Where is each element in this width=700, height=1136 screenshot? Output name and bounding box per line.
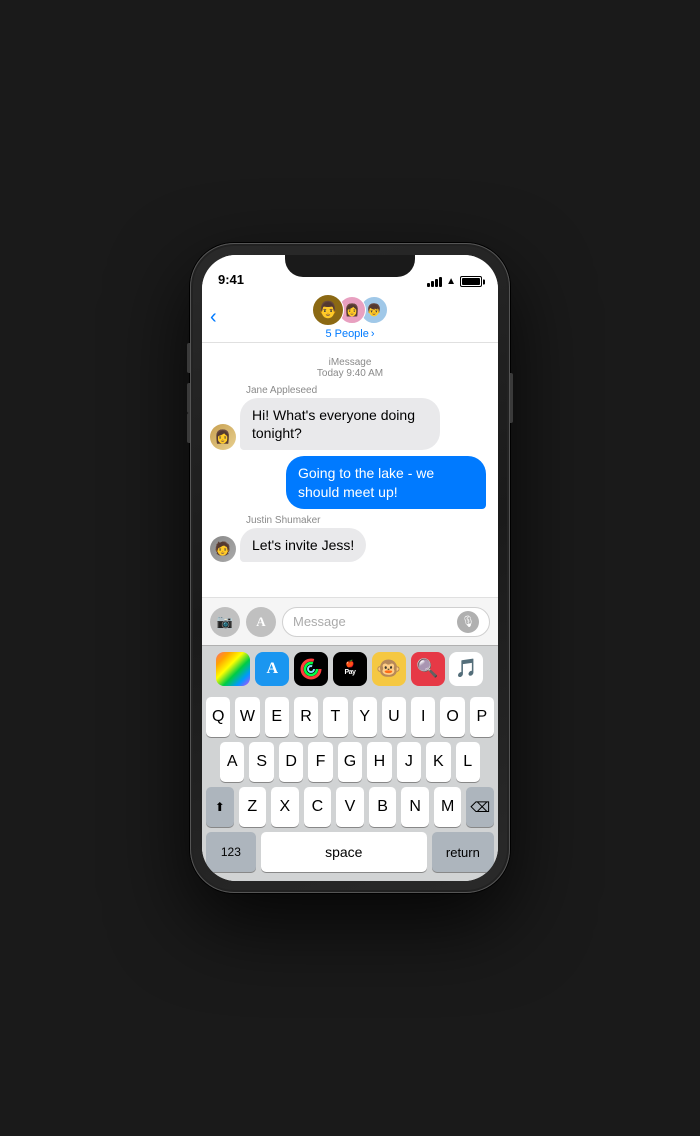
number-key[interactable]: 123 bbox=[206, 832, 256, 872]
avatar-justin-face: 🧑 bbox=[215, 541, 231, 557]
key-row-3: ⬆ Z X C V B N M ⌫ bbox=[206, 787, 494, 827]
sender1-name: Jane Appleseed bbox=[246, 385, 490, 396]
message-row-1: 👩 Hi! What's everyone doing tonight? bbox=[210, 398, 490, 450]
key-row-4: 123 space return bbox=[206, 832, 494, 872]
key-row-1: Q W E R T Y U I O P bbox=[206, 697, 494, 737]
key-j[interactable]: J bbox=[397, 742, 421, 782]
back-button[interactable]: ‹ bbox=[210, 307, 219, 327]
avatar-primary: 👨 bbox=[312, 294, 344, 326]
avatar-face-2: 👩 bbox=[345, 303, 360, 317]
avatar-group[interactable]: 👨 👩 👦 bbox=[312, 294, 388, 326]
input-bar: 📷 A Message 🎙 bbox=[202, 597, 498, 645]
timestamp-label: iMessage Today 9:40 AM bbox=[210, 357, 490, 379]
key-k[interactable]: K bbox=[426, 742, 450, 782]
back-chevron-icon: ‹ bbox=[210, 307, 217, 327]
app-icon-activity[interactable] bbox=[294, 652, 328, 686]
notch bbox=[285, 255, 415, 277]
key-s[interactable]: S bbox=[249, 742, 273, 782]
key-n[interactable]: N bbox=[401, 787, 429, 827]
message-input-wrap[interactable]: Message 🎙 bbox=[282, 607, 490, 637]
key-w[interactable]: W bbox=[235, 697, 259, 737]
key-t[interactable]: T bbox=[323, 697, 347, 737]
camera-button[interactable]: 📷 bbox=[210, 607, 240, 637]
status-icons: ▲ bbox=[427, 276, 482, 287]
key-u[interactable]: U bbox=[382, 697, 406, 737]
signal-bar-2 bbox=[431, 281, 434, 287]
key-z[interactable]: Z bbox=[239, 787, 267, 827]
phone-screen: 9:41 ▲ ‹ bbox=[202, 255, 498, 881]
key-m[interactable]: M bbox=[434, 787, 462, 827]
key-b[interactable]: B bbox=[369, 787, 397, 827]
avatar-jane: 👩 bbox=[210, 424, 236, 450]
bubble-incoming-1[interactable]: Hi! What's everyone doing tonight? bbox=[240, 398, 440, 450]
avatar-jane-face: 👩 bbox=[215, 429, 231, 445]
key-i[interactable]: I bbox=[411, 697, 435, 737]
wifi-icon: ▲ bbox=[446, 276, 456, 287]
battery-icon bbox=[460, 276, 482, 287]
appstore-button[interactable]: A bbox=[246, 607, 276, 637]
key-f[interactable]: F bbox=[308, 742, 332, 782]
nav-center: 👨 👩 👦 5 People › bbox=[312, 294, 388, 340]
signal-bar-3 bbox=[435, 279, 438, 287]
avatar-face-1: 👨 bbox=[318, 300, 338, 320]
messages-area: iMessage Today 9:40 AM Jane Appleseed 👩 … bbox=[202, 343, 498, 597]
key-row-2: A S D F G H J K L bbox=[206, 742, 494, 782]
avatar-justin: 🧑 bbox=[210, 536, 236, 562]
signal-bar-1 bbox=[427, 283, 430, 287]
message-row-3: 🧑 Let's invite Jess! bbox=[210, 528, 490, 562]
key-g[interactable]: G bbox=[338, 742, 362, 782]
message-row-2: Going to the lake - we should meet up! bbox=[210, 456, 490, 508]
phone-frame: 9:41 ▲ ‹ bbox=[190, 243, 510, 893]
battery-fill bbox=[462, 278, 480, 285]
key-v[interactable]: V bbox=[336, 787, 364, 827]
app-icon-photos[interactable] bbox=[216, 652, 250, 686]
nav-bar: ‹ 👨 👩 👦 5 Peop bbox=[202, 291, 498, 343]
return-key[interactable]: return bbox=[432, 832, 494, 872]
key-x[interactable]: X bbox=[271, 787, 299, 827]
app-strip: A 🍎Pay 🐵 🔍 🎵 bbox=[202, 645, 498, 691]
bubble-outgoing-1[interactable]: Going to the lake - we should meet up! bbox=[286, 456, 486, 508]
key-p[interactable]: P bbox=[470, 697, 494, 737]
key-d[interactable]: D bbox=[279, 742, 303, 782]
group-label[interactable]: 5 People › bbox=[325, 328, 374, 340]
screen-content: 9:41 ▲ ‹ bbox=[202, 255, 498, 881]
key-c[interactable]: C bbox=[304, 787, 332, 827]
space-key[interactable]: space bbox=[261, 832, 427, 872]
app-icon-appstore[interactable]: A bbox=[255, 652, 289, 686]
delete-key[interactable]: ⌫ bbox=[466, 787, 494, 827]
bubble-incoming-2[interactable]: Let's invite Jess! bbox=[240, 528, 366, 562]
key-e[interactable]: E bbox=[265, 697, 289, 737]
status-time: 9:41 bbox=[218, 272, 244, 287]
key-l[interactable]: L bbox=[456, 742, 480, 782]
app-icon-monkey[interactable]: 🐵 bbox=[372, 652, 406, 686]
group-name: 5 People bbox=[325, 328, 368, 340]
app-icon-music[interactable]: 🎵 bbox=[449, 652, 483, 686]
signal-bars-icon bbox=[427, 277, 442, 287]
app-icon-globe[interactable]: 🔍 bbox=[411, 652, 445, 686]
key-h[interactable]: H bbox=[367, 742, 391, 782]
key-q[interactable]: Q bbox=[206, 697, 230, 737]
shift-key[interactable]: ⬆ bbox=[206, 787, 234, 827]
key-o[interactable]: O bbox=[440, 697, 464, 737]
group-chevron-icon: › bbox=[371, 328, 375, 340]
keyboard: Q W E R T Y U I O P A S D F G H bbox=[202, 691, 498, 881]
app-icon-pay[interactable]: 🍎Pay bbox=[333, 652, 367, 686]
key-r[interactable]: R bbox=[294, 697, 318, 737]
avatar-face-3: 👦 bbox=[367, 303, 382, 317]
message-input[interactable]: Message bbox=[293, 614, 457, 629]
signal-bar-4 bbox=[439, 277, 442, 287]
key-a[interactable]: A bbox=[220, 742, 244, 782]
key-y[interactable]: Y bbox=[353, 697, 377, 737]
sender2-name: Justin Shumaker bbox=[246, 515, 490, 526]
mic-button[interactable]: 🎙 bbox=[457, 611, 479, 633]
